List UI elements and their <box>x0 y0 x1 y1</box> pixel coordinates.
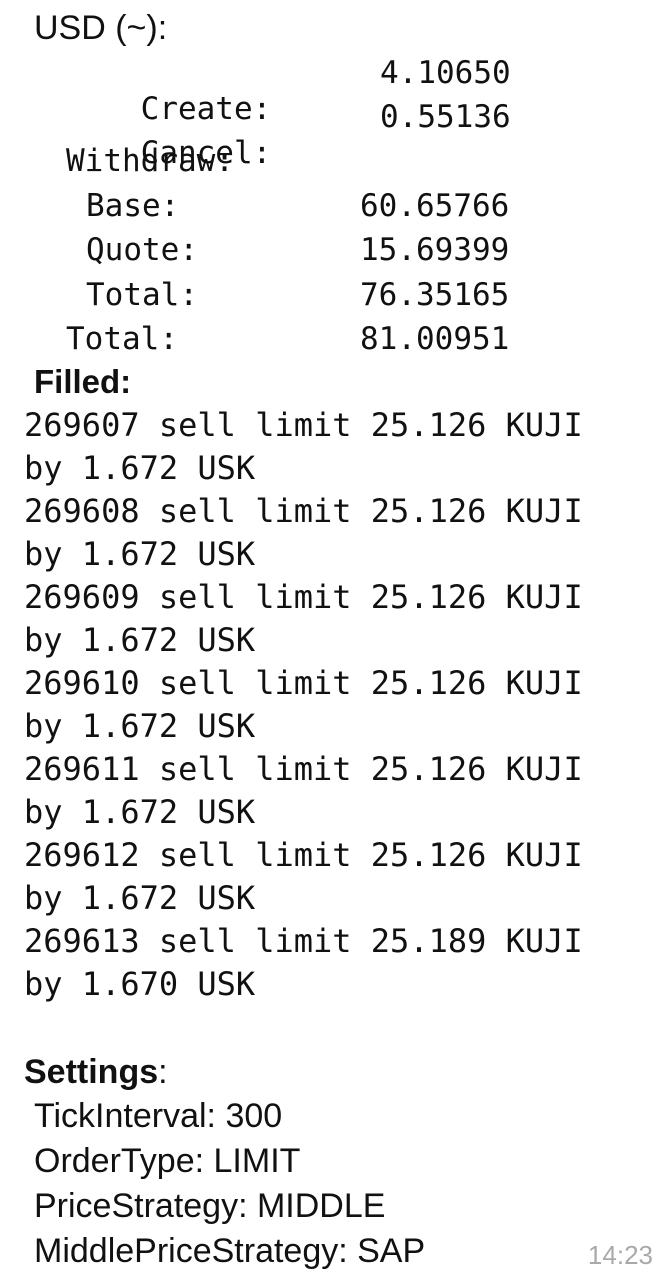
filled-line: by 1.672 USK <box>24 707 256 745</box>
total-label: Total: <box>66 321 178 357</box>
usd-section-title: USD (~): <box>34 8 167 48</box>
filled-line: 269607 sell limit 25.126 KUJI <box>24 406 583 444</box>
settings-title-text: Settings <box>24 1053 159 1091</box>
filled-line: by 1.672 USK <box>24 535 256 573</box>
base-value: 60.65766 <box>360 188 510 224</box>
withdraw-total-value: 76.35165 <box>360 277 510 313</box>
total-value: 81.00951 <box>360 321 510 357</box>
filled-line: 269613 sell limit 25.189 KUJI <box>24 922 583 960</box>
filled-line: 269611 sell limit 25.126 KUJI <box>24 750 583 788</box>
filled-line: 269609 sell limit 25.126 KUJI <box>24 578 583 616</box>
filled-line: 269612 sell limit 25.126 KUJI <box>24 836 583 874</box>
filled-line: 269608 sell limit 25.126 KUJI <box>24 492 583 530</box>
filled-title: Filled: <box>34 363 132 400</box>
cancel-value: 0.55136 <box>380 99 511 135</box>
settings-title-colon: : <box>158 1053 168 1091</box>
settings-title: Settings: <box>24 1052 168 1092</box>
filled-line: 269610 sell limit 25.126 KUJI <box>24 664 583 702</box>
message-timestamp: 14:23 <box>587 1240 653 1270</box>
create-value: 4.10650 <box>380 55 511 91</box>
setting-price-strategy: PriceStrategy: MIDDLE <box>34 1187 386 1225</box>
filled-orders-list: 269607 sell limit 25.126 KUJI by 1.672 U… <box>24 404 664 1006</box>
withdraw-total-label: Total: <box>86 277 198 313</box>
filled-line: by 1.672 USK <box>24 879 256 917</box>
filled-line: by 1.672 USK <box>24 793 256 831</box>
base-label: Base: <box>86 188 180 224</box>
setting-middle-price-strategy: MiddlePriceStrategy: SAP <box>34 1232 426 1270</box>
filled-line: by 1.670 USK <box>24 965 256 1003</box>
quote-value: 15.69399 <box>360 232 510 268</box>
quote-label: Quote: <box>86 232 198 268</box>
setting-order-type: OrderType: LIMIT <box>34 1142 301 1180</box>
settings-list: TickInterval: 300 OrderType: LIMIT Price… <box>34 1094 425 1274</box>
usd-title-colon: : <box>157 9 168 47</box>
filled-line: by 1.672 USK <box>24 449 256 487</box>
usd-title-text: USD (~) <box>34 9 158 47</box>
setting-tick-interval: TickInterval: 300 <box>34 1097 283 1135</box>
withdraw-label: Withdraw: <box>66 143 234 179</box>
filled-line: by 1.672 USK <box>24 621 256 659</box>
